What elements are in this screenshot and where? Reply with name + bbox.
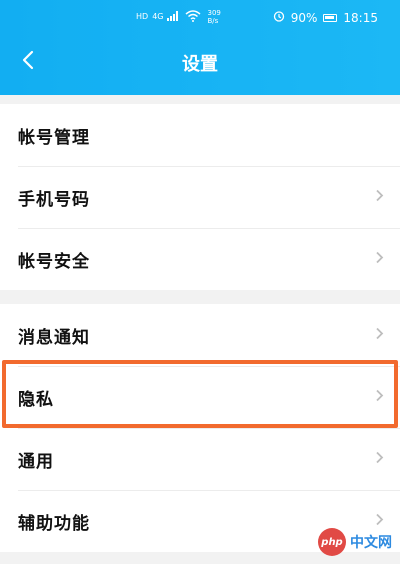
settings-item-account-security[interactable]: 帐号安全: [0, 228, 400, 290]
battery-percent: 90%: [290, 10, 318, 25]
settings-item-label: 辅助功能: [18, 513, 90, 534]
settings-item-phone-number[interactable]: 手机号码: [0, 166, 400, 228]
settings-section-account: 帐号管理 手机号码 帐号安全: [0, 104, 400, 290]
status-bar: HD 4G 309 B/s 90% 18:15: [0, 0, 400, 34]
signal-icon: [167, 10, 181, 24]
wifi-icon: [185, 9, 201, 25]
chevron-right-icon: [375, 326, 384, 345]
chevron-right-icon: [375, 450, 384, 469]
settings-item-label: 隐私: [18, 389, 54, 410]
chevron-right-icon: [375, 388, 384, 407]
settings-item-general[interactable]: 通用: [0, 428, 400, 490]
watermark-logo: php: [318, 528, 346, 556]
settings-item-label: 帐号管理: [18, 127, 90, 148]
nav-bar: 设置: [0, 34, 400, 90]
settings-item-label: 消息通知: [18, 327, 90, 348]
settings-item-privacy[interactable]: 隐私: [0, 366, 400, 428]
network-speed-value: 309: [207, 9, 221, 17]
network-type-label: HD: [136, 12, 149, 21]
status-right: 90% 18:15: [273, 10, 378, 25]
settings-item-notifications[interactable]: 消息通知: [0, 304, 400, 366]
clock-time: 18:15: [343, 10, 378, 25]
network-speed-unit: B/s: [207, 17, 219, 25]
chevron-right-icon: [375, 188, 384, 207]
settings-item-label: 手机号码: [18, 189, 90, 210]
page-title: 设置: [182, 54, 218, 75]
settings-item-label: 通用: [18, 451, 54, 472]
settings-item-account-management[interactable]: 帐号管理: [0, 104, 400, 166]
network-speed: 309 B/s: [207, 9, 220, 25]
settings-section-general: 消息通知 隐私 通用 辅助功能: [0, 304, 400, 552]
watermark: php 中文网: [318, 528, 392, 556]
chevron-right-icon: [375, 250, 384, 269]
battery-icon: [323, 13, 338, 22]
watermark-text: 中文网: [350, 535, 392, 551]
settings-item-label: 帐号安全: [18, 251, 90, 272]
status-left: HD 4G 309 B/s: [136, 9, 221, 25]
network-gen-label: 4G: [152, 12, 164, 21]
app-header: HD 4G 309 B/s 90% 18:15 设置: [0, 0, 400, 95]
alarm-icon: [273, 10, 285, 25]
